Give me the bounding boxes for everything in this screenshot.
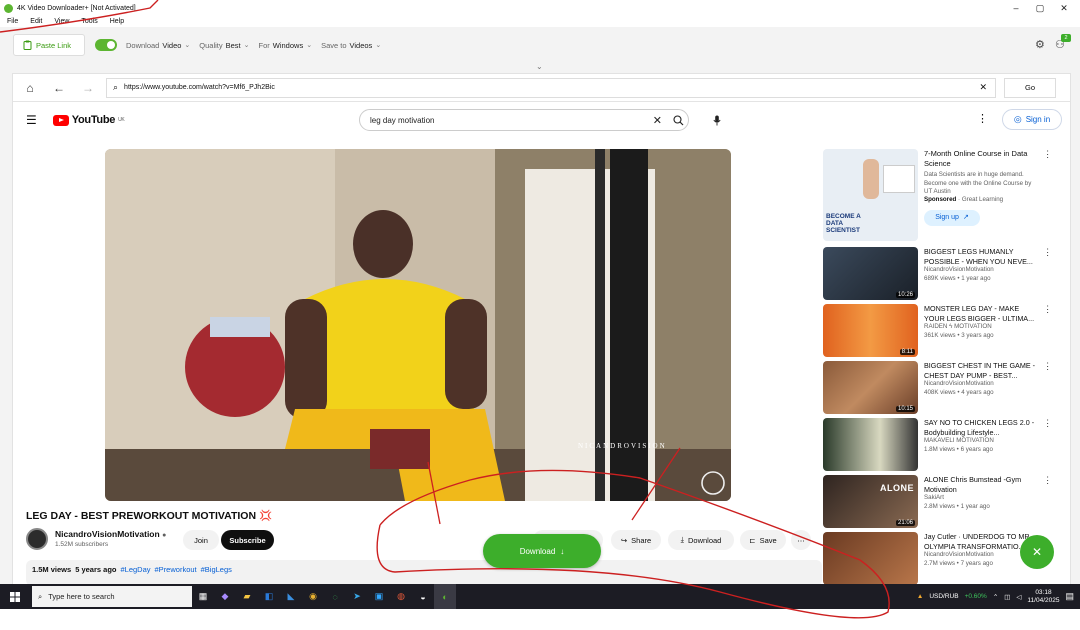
- red-annotation-scribbles: [0, 0, 890, 619]
- app-window: 4K Video Downloader+ [Not Activated] – ▢…: [0, 0, 1080, 630]
